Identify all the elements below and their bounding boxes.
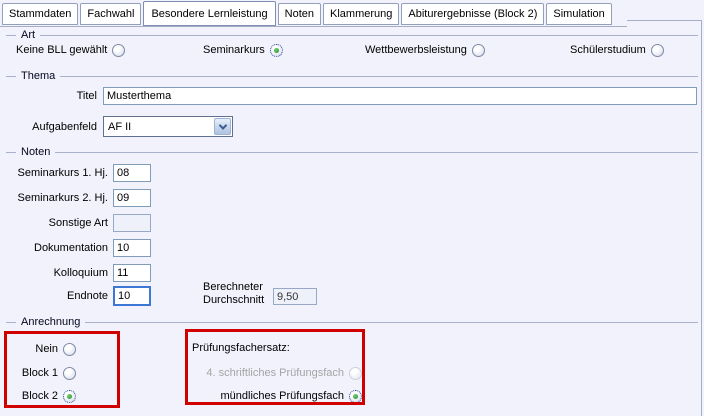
anrechnung-option-block1: Block 1 [10,365,76,381]
radio-seminarkurs[interactable] [270,44,283,57]
anrechnung-block1-label: Block 1 [22,367,58,379]
durchschnitt-label: Berechneter Durchschnitt [203,281,264,307]
seminarkurs1-input[interactable] [113,164,151,182]
group-anrechnung: Anrechnung [6,315,698,329]
group-anrechnung-legend: Anrechnung [21,316,80,328]
anrechnung-block2-label: Block 2 [22,390,58,402]
group-line [85,322,698,323]
anrechnung-option-block2: Block 2 [10,388,76,404]
durchschnitt-label-line1: Berechneter [203,281,263,293]
sonstige-art-label: Sonstige Art [0,217,108,229]
kolloquium-label: Kolloquium [0,267,108,279]
group-line [40,35,698,36]
pruefungsfachersatz-heading: Prüfungsfachersatz: [192,342,290,354]
seminarkurs2-label: Seminarkurs 2. Hj. [0,192,108,204]
group-line [6,76,16,77]
tab-bar: Stammdaten Fachwahl Besondere Lernleistu… [2,0,612,26]
art-option-wettbewerbsleistung: Wettbewerbsleistung [365,42,485,58]
panel-top-border-right [627,20,702,21]
radio-nein[interactable] [63,343,76,356]
radio-block2[interactable] [63,390,76,403]
group-thema: Thema [6,69,698,83]
tab-simulation[interactable]: Simulation [546,3,611,25]
tab-abiturergebnisse[interactable]: Abiturergebnisse (Block 2) [401,3,544,25]
art-option-keine-bll-label: Keine BLL gewählt [16,44,107,56]
panel-right-border [701,20,702,416]
art-option-seminarkurs-label: Seminarkurs [203,44,265,56]
dokumentation-label: Dokumentation [0,242,108,254]
pruefung-muendlich-label: mündliches Prüfungsfach [220,390,344,402]
endnote-input[interactable] [113,286,151,306]
tab-fachwahl[interactable]: Fachwahl [80,3,141,25]
art-option-schuelerstudium-label: Schülerstudium [570,44,646,56]
panel-top-border [0,26,627,27]
group-line [60,76,698,77]
seminarkurs2-input[interactable] [113,189,151,207]
radio-wettbewerbsleistung[interactable] [472,44,485,57]
tab-stammdaten[interactable]: Stammdaten [2,3,78,25]
art-option-wettbewerbsleistung-label: Wettbewerbsleistung [365,44,467,56]
group-line [6,322,16,323]
art-option-schuelerstudium: Schülerstudium [570,42,664,58]
pruefung-schriftlich-label: 4. schriftliches Prüfungsfach [206,367,344,379]
group-line [55,152,698,153]
art-option-keine-bll: Keine BLL gewählt [16,42,125,58]
anrechnung-option-nein: Nein [10,341,76,357]
group-art-legend: Art [21,29,35,41]
anrechnung-nein-label: Nein [35,343,58,355]
titel-input[interactable] [103,87,697,105]
radio-keine-bll[interactable] [112,44,125,57]
titel-label: Titel [0,90,97,102]
aufgabenfeld-label: Aufgabenfeld [0,121,97,133]
group-line [6,35,16,36]
tab-besondere-lernleistung[interactable]: Besondere Lernleistung [143,1,275,26]
aufgabenfeld-selected-value: AF II [108,121,131,133]
pruefung-option-muendlich: mündliches Prüfungsfach [192,388,362,404]
group-art: Art [6,28,698,42]
bll-form-page: Stammdaten Fachwahl Besondere Lernleistu… [0,0,704,416]
seminarkurs1-label: Seminarkurs 1. Hj. [0,167,108,179]
aufgabenfeld-select[interactable]: AF II [103,116,233,137]
radio-schriftliches-pruefungsfach [349,367,362,380]
kolloquium-input[interactable] [113,264,151,282]
tab-noten[interactable]: Noten [278,3,321,25]
radio-schuelerstudium[interactable] [651,44,664,57]
dokumentation-input[interactable] [113,239,151,257]
pruefung-option-schriftlich: 4. schriftliches Prüfungsfach [192,365,362,381]
durchschnitt-input [273,288,317,305]
radio-block1[interactable] [63,367,76,380]
group-noten: Noten [6,145,698,159]
endnote-label: Endnote [0,290,108,302]
radio-muendliches-pruefungsfach[interactable] [349,390,362,403]
group-line [6,152,16,153]
group-thema-legend: Thema [21,70,55,82]
art-option-seminarkurs: Seminarkurs [203,42,283,58]
group-noten-legend: Noten [21,146,50,158]
tab-klammerung[interactable]: Klammerung [323,3,399,25]
chevron-down-icon [218,121,226,129]
dropdown-arrow-button[interactable] [214,118,231,135]
sonstige-art-input [113,214,151,232]
durchschnitt-label-line2: Durchschnitt [203,294,264,306]
